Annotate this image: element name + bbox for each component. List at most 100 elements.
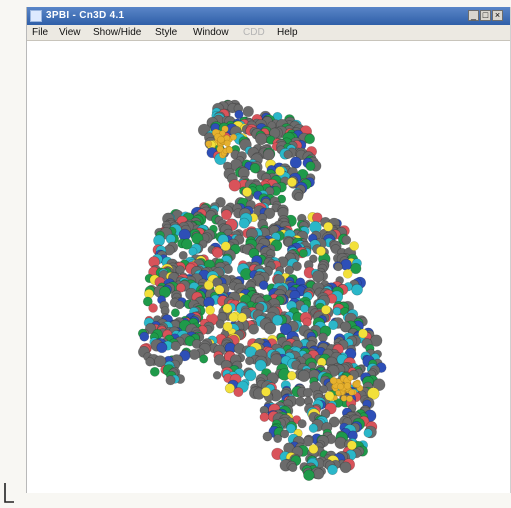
sulfur-atom (275, 166, 285, 176)
sulfur-atom (342, 268, 353, 279)
close-button[interactable]: × (492, 10, 503, 21)
atom-sphere (295, 396, 306, 407)
atom-sphere (228, 179, 241, 192)
atom-sphere (156, 342, 168, 354)
menu-window[interactable]: Window (193, 25, 229, 40)
atom-sphere (165, 375, 176, 386)
sulfur-atom (237, 312, 247, 323)
atom-sphere (244, 356, 254, 366)
atom-sphere (262, 431, 273, 442)
atom-sphere (297, 419, 307, 429)
atom-sphere (333, 262, 343, 272)
structure-viewer[interactable] (27, 41, 510, 493)
window-title: 3PBI - Cn3D 4.1 (46, 10, 125, 21)
atom-sphere (212, 370, 222, 380)
atom-sphere (175, 300, 185, 310)
maximize-button[interactable]: □ (480, 10, 491, 21)
atom-sphere (303, 387, 313, 398)
atom-sphere (288, 463, 298, 473)
sulfur-atom (358, 328, 368, 339)
sulfur-atom (220, 241, 231, 252)
menu-help[interactable]: Help (277, 25, 298, 40)
atom-sphere (170, 308, 180, 318)
atom-sphere (318, 332, 328, 343)
cn3d-app-icon (30, 10, 42, 22)
atom-sphere (139, 331, 150, 342)
menu-bar: File View Show/Hide Style Window CDD Hel… (27, 25, 510, 41)
atom-sphere (327, 464, 338, 476)
sulfur-atom (349, 241, 360, 251)
atom-sphere (224, 383, 235, 394)
atom-sphere (313, 468, 325, 480)
atom-sphere (148, 303, 158, 313)
ligand-atom (230, 133, 237, 141)
text-cursor-icon (4, 483, 14, 503)
atom-sphere (259, 412, 270, 422)
atom-sphere (363, 428, 373, 438)
atom-sphere (270, 353, 283, 366)
sulfur-atom (324, 391, 335, 401)
sulfur-atom (323, 221, 334, 232)
sulfur-atom (308, 444, 319, 454)
atom-sphere (242, 105, 254, 118)
ligand-atom (347, 374, 354, 381)
atom-sphere (248, 323, 259, 335)
atom-sphere (298, 248, 308, 258)
atom-sphere (273, 434, 283, 443)
atom-sphere (308, 423, 319, 433)
sulfur-atom (347, 440, 357, 451)
ligand-atom (337, 383, 344, 391)
atom-sphere (145, 357, 155, 367)
atom-sphere (294, 192, 304, 202)
atom-sphere (212, 247, 223, 258)
sulfur-atom (261, 386, 271, 397)
menu-view[interactable]: View (59, 25, 81, 40)
menu-file[interactable]: File (32, 25, 48, 40)
atom-sphere (332, 306, 342, 316)
atom-sphere (178, 250, 188, 260)
ligand-atom (340, 394, 348, 402)
cn3d-window: 3PBI - Cn3D 4.1 _ □ × File View Show/Hid… (26, 7, 511, 493)
sulfur-atom (222, 303, 233, 314)
atom-sphere (287, 371, 297, 381)
atom-sphere (189, 348, 201, 360)
sulfur-atom (205, 305, 215, 315)
atom-sphere (303, 469, 315, 481)
atom-sphere (199, 354, 209, 364)
atom-sphere (263, 322, 277, 335)
sulfur-atom (316, 246, 326, 256)
ligand-atom (335, 390, 341, 396)
atom-spheres (137, 99, 387, 481)
atom-sphere (340, 258, 353, 271)
atom-sphere (300, 304, 309, 313)
atom-sphere (249, 162, 261, 174)
menu-style[interactable]: Style (155, 25, 177, 40)
atom-sphere (341, 235, 352, 245)
atom-sphere (289, 156, 302, 169)
atom-sphere (297, 369, 311, 383)
sulfur-atom (321, 304, 331, 315)
window-titlebar[interactable]: 3PBI - Cn3D 4.1 _ □ × (27, 7, 510, 25)
atom-sphere (149, 366, 160, 377)
ligand-atom (223, 139, 231, 147)
protein-structure-render[interactable] (27, 41, 510, 493)
atom-sphere (280, 429, 290, 439)
atom-sphere (238, 217, 250, 229)
ligand-atom (329, 376, 338, 385)
ligand-atom (205, 140, 213, 148)
atom-sphere (351, 283, 363, 296)
atom-sphere (305, 161, 316, 171)
atom-sphere (304, 133, 316, 145)
sulfur-atom (222, 321, 233, 332)
atom-sphere (170, 340, 181, 351)
ligand-atom (348, 389, 356, 396)
ligand-atom (346, 395, 354, 403)
menu-show-hide[interactable]: Show/Hide (93, 25, 141, 40)
minimize-button[interactable]: _ (468, 10, 479, 21)
sulfur-atom (228, 312, 239, 323)
sulfur-atom (214, 284, 225, 295)
atom-sphere (233, 387, 244, 398)
ligand-atom (353, 380, 361, 388)
ligand-atom (225, 146, 233, 154)
atom-sphere (283, 150, 293, 160)
